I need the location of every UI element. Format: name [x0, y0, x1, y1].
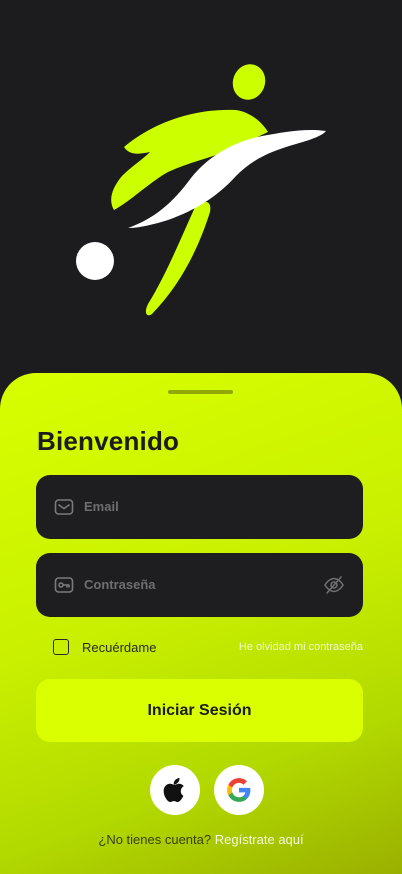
welcome-title: Bienvenido: [37, 426, 180, 456]
login-button[interactable]: Iniciar Sesión: [36, 679, 363, 742]
eye-off-icon[interactable]: [323, 574, 345, 596]
remember-me[interactable]: Recuérdame: [53, 639, 156, 655]
password-field[interactable]: Contraseña: [36, 553, 363, 617]
email-field[interactable]: Email: [36, 475, 363, 539]
apple-login-button[interactable]: [150, 765, 200, 815]
signup-link[interactable]: Regístrate aquí: [215, 832, 304, 847]
mail-icon: [54, 499, 74, 515]
apple-icon: [163, 778, 184, 802]
google-login-button[interactable]: [214, 765, 264, 815]
signup-prompt: ¿No tienes cuenta? Regístrate aquí: [0, 832, 402, 847]
remember-checkbox[interactable]: [53, 639, 69, 655]
password-placeholder: Contraseña: [84, 577, 156, 592]
soccer-player-logo-icon: [76, 64, 326, 316]
signup-question: ¿No tienes cuenta?: [98, 832, 212, 847]
login-sheet: Bienvenido Email Contraseña Recuérdame H…: [0, 373, 402, 874]
google-icon: [227, 778, 251, 802]
sheet-drag-handle[interactable]: [168, 390, 233, 394]
key-icon: [54, 577, 74, 593]
hero-section: [0, 0, 402, 380]
forgot-password-link[interactable]: He olvidad mi contraseña: [239, 641, 363, 653]
remember-label: Recuérdame: [82, 639, 157, 655]
email-placeholder: Email: [84, 499, 119, 514]
